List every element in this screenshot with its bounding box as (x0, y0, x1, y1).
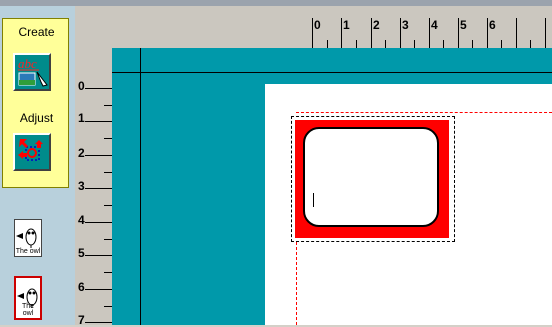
ruler-tick (414, 40, 415, 48)
ruler-tick (85, 155, 112, 156)
ruler-number: 0 (78, 79, 85, 93)
ruler-tick (458, 18, 459, 48)
ruler-number: 6 (78, 280, 85, 294)
ruler-number: 2 (373, 18, 380, 32)
ruler-tick (443, 40, 444, 48)
create-button[interactable]: abc (13, 53, 51, 91)
ruler-tick (85, 121, 112, 122)
tool-panel: Create abc Adjust (2, 18, 69, 188)
ruler-tick (545, 18, 546, 48)
ruler-tick (85, 255, 112, 256)
page-caption: The owl (21, 303, 35, 317)
create-label: Create (18, 25, 55, 39)
vertical-ruler[interactable]: 0 1 2 3 4 5 6 7 (75, 48, 112, 327)
ruler-tick (385, 40, 386, 48)
ruler-tick (85, 222, 112, 223)
ruler-number: 3 (78, 179, 85, 193)
ruler-tick (104, 306, 112, 307)
ruler-tick (104, 239, 112, 240)
ruler-number: 2 (78, 146, 85, 160)
ruler-number: 6 (489, 18, 496, 32)
ruler-tick (371, 18, 372, 48)
ruler-number: 5 (460, 18, 467, 32)
ruler-tick (85, 322, 112, 323)
owl-icon (16, 228, 37, 248)
red-guide-line (296, 112, 552, 113)
margin-guide-line (140, 48, 141, 325)
ruler-tick (104, 138, 112, 139)
ruler-tick (85, 188, 112, 189)
ruler-number: 1 (78, 111, 85, 125)
ruler-tick (104, 272, 112, 273)
ruler-tick (104, 105, 112, 106)
text-cursor (313, 193, 314, 207)
horizontal-ruler[interactable]: 0 1 2 3 4 5 6 (75, 6, 552, 49)
ruler-number: 5 (78, 246, 85, 260)
ruler-tick (327, 40, 328, 48)
ruler-tick (356, 40, 357, 48)
adjust-label: Adjust (19, 111, 54, 125)
svg-text:abc: abc (18, 56, 37, 71)
ruler-tick (85, 289, 112, 290)
adjust-arrows-icon (18, 139, 43, 161)
ruler-number: 0 (314, 18, 321, 32)
margin-guide-line (112, 72, 552, 73)
ruler-number: 1 (343, 18, 350, 32)
page-caption: The owl (15, 248, 41, 255)
text-box[interactable] (303, 127, 439, 227)
ruler-tick (501, 40, 502, 48)
ruler-tick (530, 40, 531, 48)
adjust-button[interactable] (13, 133, 51, 171)
ruler-tick (312, 18, 313, 48)
ruler-tick (487, 18, 488, 48)
red-guide-line (296, 242, 297, 325)
ruler-tick (429, 18, 430, 48)
text-picture-create-icon: abc (18, 56, 48, 87)
ruler-tick (400, 18, 401, 48)
ruler-tick (472, 40, 473, 48)
page-thumbnail-selected[interactable]: The owl (14, 276, 42, 320)
ruler-tick (104, 205, 112, 206)
ruler-tick (341, 18, 342, 48)
ruler-number: 4 (78, 213, 85, 227)
ruler-tick (104, 172, 112, 173)
ruler-tick (516, 18, 517, 48)
ruler-number: 3 (402, 18, 409, 32)
ruler-number: 4 (431, 18, 438, 32)
page-thumbnail[interactable]: The owl (14, 219, 42, 257)
ruler-tick (85, 88, 112, 89)
